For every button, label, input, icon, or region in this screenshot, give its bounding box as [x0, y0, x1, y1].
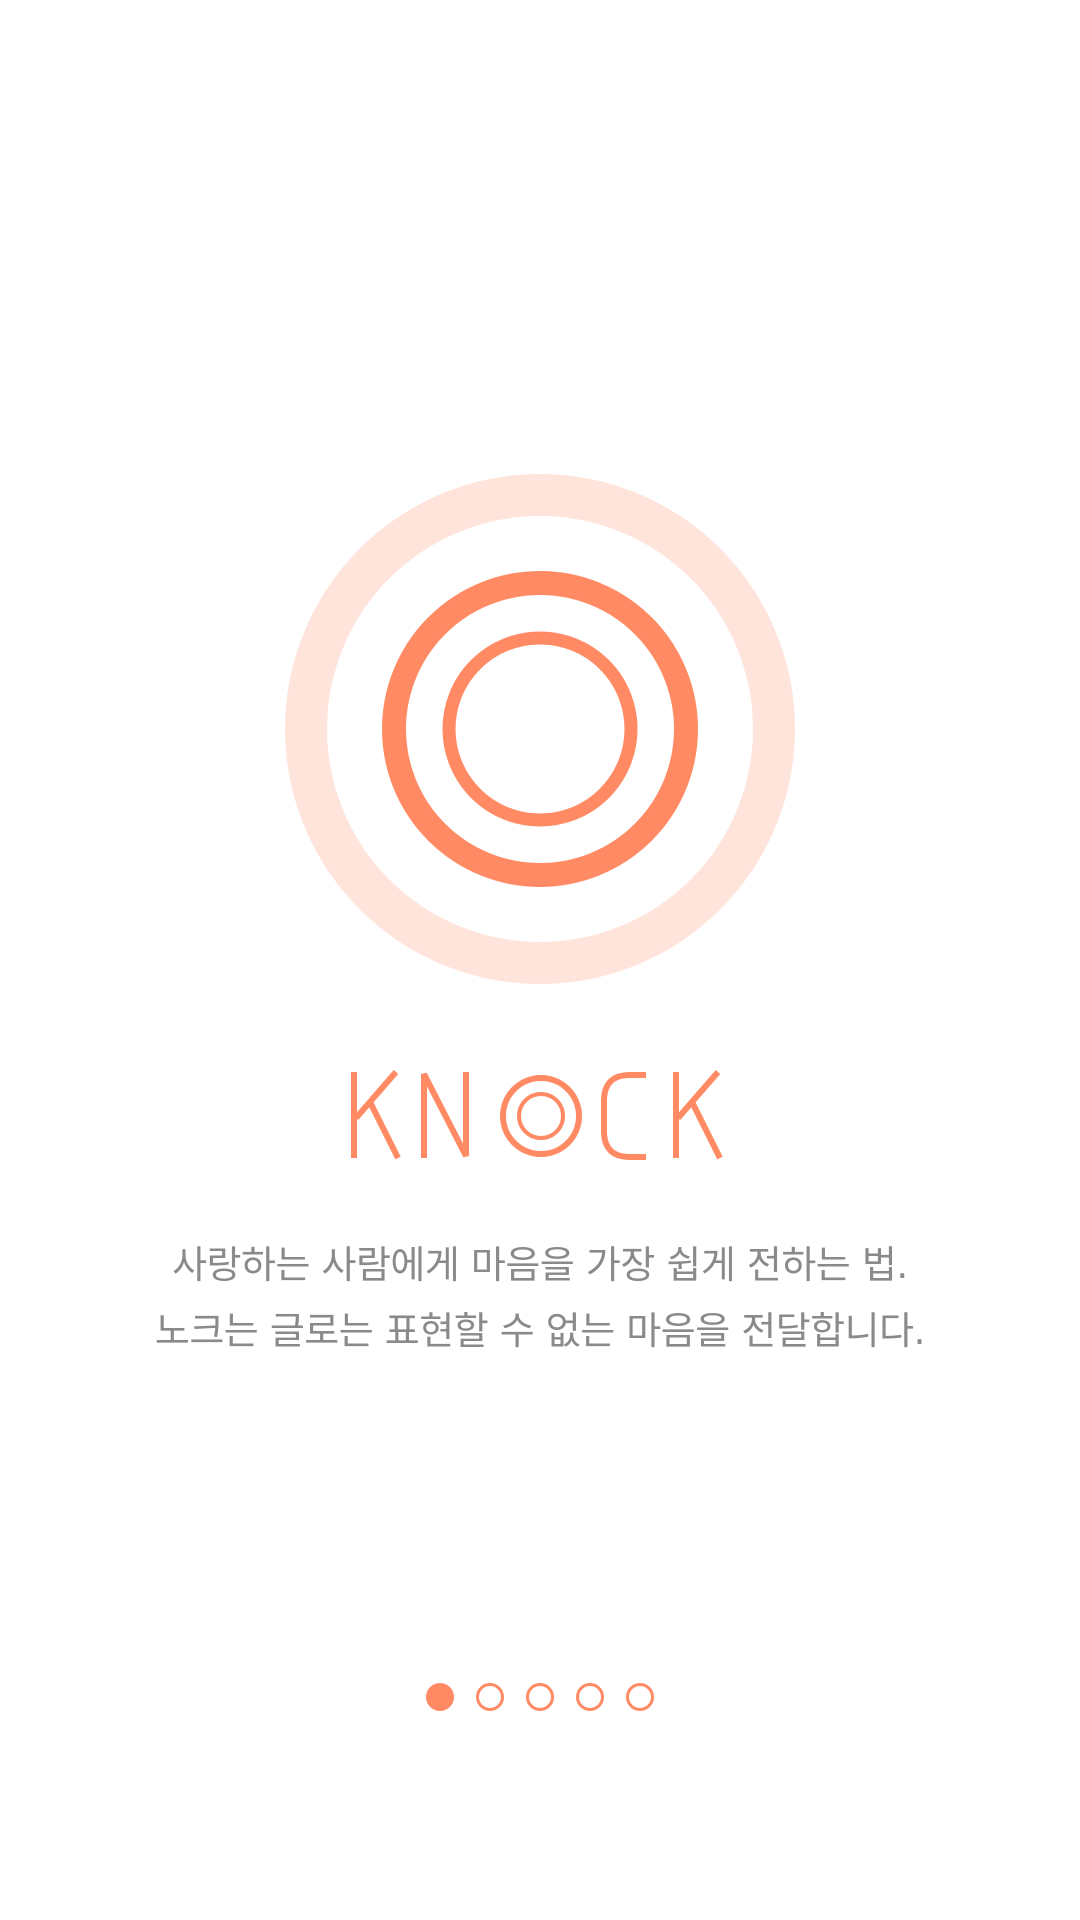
knock-wordmark [351, 1070, 723, 1160]
page-dot-3[interactable] [526, 1683, 554, 1711]
page-dot-4[interactable] [576, 1683, 604, 1711]
knock-rings-logo [285, 474, 795, 984]
wordmark-letter-c [601, 1072, 646, 1160]
page-indicator [0, 1680, 1080, 1714]
intro-description: 사랑하는 사람에게 마음을 가장 쉽게 전하는 법. 노크는 글로는 표현할 수… [0, 1232, 1080, 1364]
intro-line-2: 노크는 글로는 표현할 수 없는 마음을 전달합니다. [154, 1309, 926, 1353]
page-dot-1[interactable] [426, 1683, 454, 1711]
page-dot-2[interactable] [476, 1683, 504, 1711]
intro-line-1: 사랑하는 사람에게 마음을 가장 쉽게 전하는 법. [172, 1243, 908, 1287]
page-dot-5[interactable] [626, 1683, 654, 1711]
middle-ring [382, 571, 698, 887]
wordmark-letter-k-2 [673, 1070, 723, 1160]
wordmark-letter-k [351, 1070, 401, 1160]
wordmark-letter-n [421, 1072, 469, 1158]
onboarding-screen: 사랑하는 사람에게 마음을 가장 쉽게 전하는 법. 노크는 글로는 표현할 수… [0, 0, 1080, 1920]
outer-ring [285, 474, 795, 984]
wordmark-letter-o-target [500, 1075, 582, 1157]
inner-ring [442, 631, 638, 827]
